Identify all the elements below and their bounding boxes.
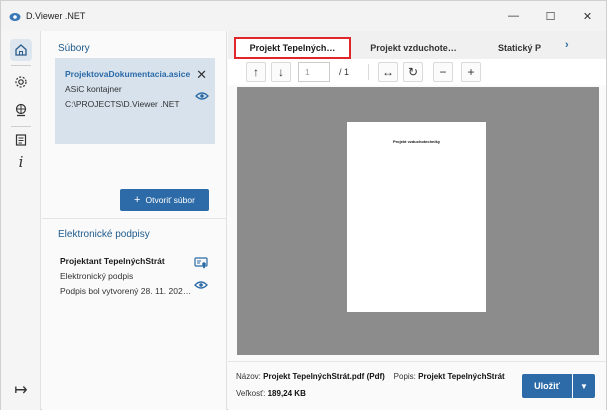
open-file-label: Otvoriť súbor	[145, 195, 195, 205]
document-tabs: Projekt Tepelných… Projekt vzduchote… St…	[228, 31, 606, 59]
open-file-button[interactable]: + Otvoriť súbor	[120, 189, 209, 211]
rail-divider	[11, 126, 31, 127]
panel-divider	[42, 218, 227, 219]
document-viewer[interactable]: Projekt vzduchotechniky	[237, 87, 599, 355]
file-name: ProjektovaDokumentacia.asice	[65, 69, 191, 79]
signature-type: Elektronický podpis	[60, 271, 134, 281]
arrow-up-icon[interactable]: ↑	[246, 62, 266, 82]
certificate-icon[interactable]	[194, 256, 208, 274]
rotate-icon[interactable]: ↻	[403, 62, 423, 82]
signature-created: Podpis bol vytvorený 28. 11. 202…	[60, 286, 192, 296]
files-heading: Súbory	[58, 43, 90, 54]
page-number-input[interactable]: 1	[298, 62, 330, 82]
app-window: D.Viewer .NET — ☐ ✕ i ↦ Súbory Projektov…	[0, 0, 607, 410]
minimize-button[interactable]: —	[495, 1, 532, 31]
name-label: Názov:	[236, 372, 261, 381]
size-value: 189,24 KB	[267, 389, 306, 398]
plus-icon: +	[134, 194, 141, 206]
globe-icon[interactable]	[10, 99, 32, 121]
save-dropdown-icon[interactable]: ▼	[573, 374, 595, 398]
settings-icon[interactable]	[10, 71, 32, 93]
toolbar-divider	[368, 64, 369, 80]
zoom-in-icon[interactable]: +	[461, 62, 481, 82]
zoom-out-icon[interactable]: −	[433, 62, 453, 82]
file-path: C:\PROJECTS\D.Viewer .NET	[65, 99, 180, 109]
chevron-right-icon[interactable]: ›	[565, 39, 569, 51]
description-value: Projekt TepelnýchStrát	[418, 372, 505, 381]
eye-icon[interactable]	[194, 277, 208, 295]
document-toolbar: ↑ ↓ 1 / 1 ↔ ↻ − +	[228, 59, 606, 85]
signature-signer: Projektant TepelnýchStrát	[60, 256, 165, 266]
info-icon[interactable]: i	[10, 151, 32, 173]
file-card[interactable]: ProjektovaDokumentacia.asice ASiC kontaj…	[55, 58, 215, 144]
name-value: Projekt TepelnýchStrát.pdf (Pdf)	[263, 372, 385, 381]
window-title: D.Viewer .NET	[26, 11, 86, 21]
fit-width-icon[interactable]: ↔	[378, 62, 398, 82]
tab-projekt-tepelnych[interactable]: Projekt Tepelných…	[234, 37, 351, 59]
document-size-line: Veľkosť: 189,24 KB	[236, 389, 306, 398]
page-total: / 1	[339, 67, 350, 77]
document-info-line: Názov: Projekt TepelnýchStrát.pdf (Pdf) …	[236, 372, 505, 381]
tab-projekt-vzduchote[interactable]: Projekt vzduchote…	[361, 37, 466, 59]
close-window-button[interactable]: ✕	[569, 1, 606, 31]
size-label: Veľkosť:	[236, 389, 266, 398]
file-type: ASiC kontajner	[65, 84, 122, 94]
save-button[interactable]: Uložiť	[522, 374, 572, 398]
home-icon[interactable]	[10, 39, 32, 61]
document-info-footer: Názov: Projekt TepelnýchStrát.pdf (Pdf) …	[228, 361, 606, 410]
maximize-button[interactable]: ☐	[532, 1, 569, 31]
app-logo-icon	[9, 10, 21, 22]
rail-divider	[11, 65, 31, 66]
arrow-down-icon[interactable]: ↓	[271, 62, 291, 82]
pdf-page: Projekt vzduchotechniky	[347, 122, 486, 312]
eye-icon[interactable]	[195, 88, 209, 106]
close-file-icon[interactable]: ✕	[196, 67, 207, 83]
main-panel: Projekt Tepelných… Projekt vzduchote… St…	[228, 31, 606, 410]
collapse-panel-icon[interactable]: ↦	[10, 379, 32, 401]
signatures-heading: Elektronické podpisy	[58, 229, 150, 240]
title-bar: D.Viewer .NET — ☐ ✕	[1, 1, 606, 31]
description-label: Popis:	[393, 372, 416, 381]
document-icon[interactable]	[10, 129, 32, 151]
left-panel: Súbory ProjektovaDokumentacia.asice ASiC…	[42, 31, 227, 410]
tab-staticky[interactable]: Statický P	[482, 37, 554, 59]
pdf-page-title: Projekt vzduchotechniky	[392, 139, 441, 144]
nav-rail: i ↦	[1, 31, 41, 410]
